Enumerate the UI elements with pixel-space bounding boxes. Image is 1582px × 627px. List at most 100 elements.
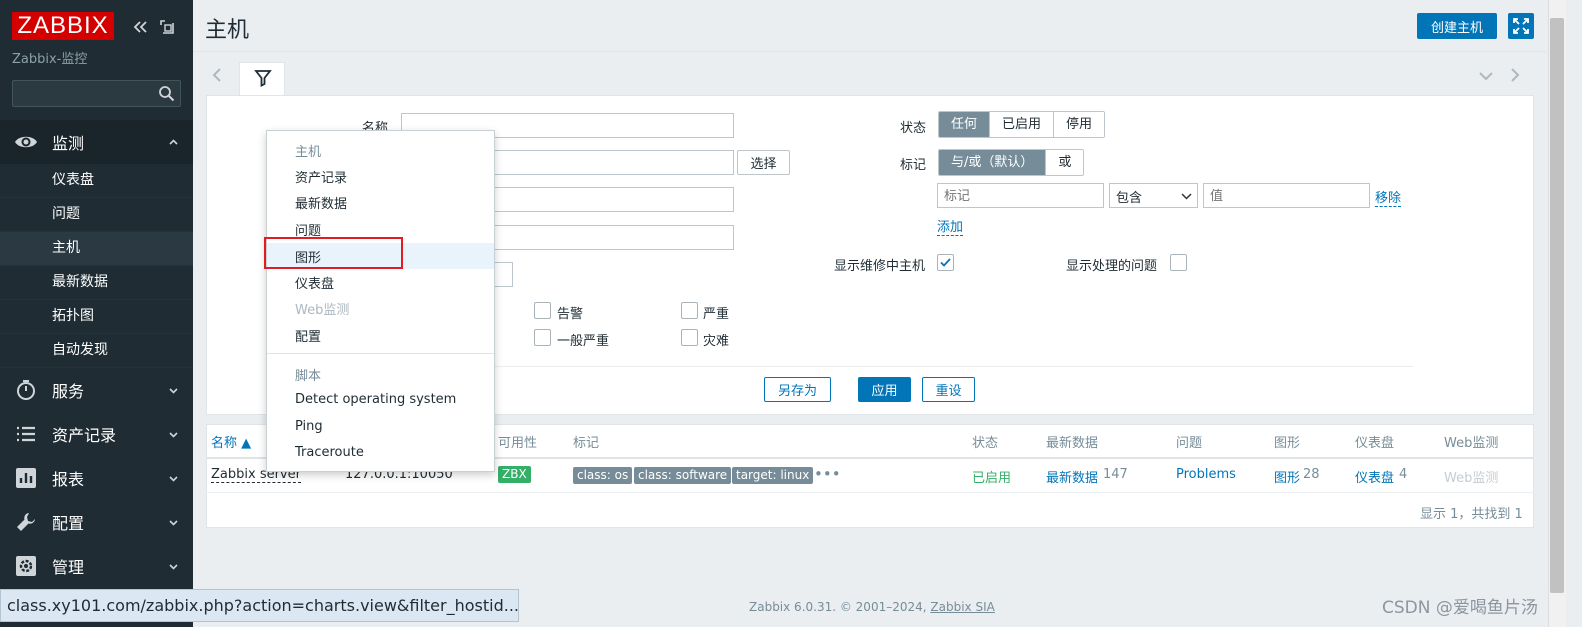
dashboards-count: 4 (1399, 467, 1408, 482)
filter-tab[interactable] (239, 62, 285, 96)
reset-button[interactable]: 重设 (922, 377, 975, 402)
sidebar-item-hosts[interactable]: 主机 (0, 232, 193, 266)
menu-item-latest-data[interactable]: 最新数据 (295, 193, 347, 212)
tag-operator-select[interactable]: 包含 (1109, 183, 1198, 208)
tags-and-or-option[interactable]: 与/或（默认） (939, 150, 1047, 175)
menu-administration-label: 管理 (52, 558, 85, 577)
wrench-icon (14, 510, 38, 534)
menu-services-label: 服务 (52, 382, 85, 401)
company-link[interactable]: Zabbix SIA (930, 600, 994, 614)
search-icon[interactable] (158, 85, 175, 102)
status-enabled-option[interactable]: 已启用 (990, 112, 1055, 137)
sidebar: ZABBIX Zabbix-监控 监测 仪表盘 问题 主机 最新数据 拓扑图 自… (0, 0, 193, 627)
page-title: 主机 (205, 18, 250, 43)
apply-button[interactable]: 应用 (858, 377, 911, 402)
column-header-name[interactable]: 名称 ▲ (211, 432, 251, 451)
severity-average-label: 一般严重 (557, 334, 610, 349)
latest-data-link[interactable]: 最新数据 (1046, 467, 1098, 486)
severity-high-checkbox[interactable] (681, 302, 698, 319)
menu-header-scripts: 脚本 (295, 369, 322, 384)
add-tag-link[interactable]: 添加 (937, 216, 964, 236)
tag-badge[interactable]: class: os (573, 467, 633, 484)
menu-item-ping[interactable]: Ping (295, 419, 323, 434)
menu-item-dashboards[interactable]: 仪表盘 (295, 273, 334, 292)
chevron-down-icon (167, 516, 180, 529)
chevron-down-icon (167, 384, 180, 397)
status-disabled-option[interactable]: 停用 (1054, 112, 1105, 137)
problems-link[interactable]: Problems (1176, 467, 1236, 482)
chevron-right-icon[interactable] (1508, 67, 1522, 83)
watermark: CSDN @爱喝鱼片汤 (1382, 598, 1538, 618)
check-icon (940, 258, 951, 267)
collapse-sidebar-icon[interactable] (131, 18, 149, 36)
save-as-button[interactable]: 另存为 (764, 377, 831, 402)
chevron-down-icon[interactable] (1478, 70, 1494, 82)
sidebar-item-latest-data[interactable]: 最新数据 (0, 266, 193, 300)
availability-zbx-badge[interactable]: ZBX (498, 466, 531, 483)
column-header-web: Web监测 (1444, 436, 1499, 451)
tag-badge[interactable]: target: linux (732, 467, 814, 484)
menu-divider (267, 353, 494, 354)
column-header-problems: 问题 (1176, 436, 1203, 451)
menu-item-web: Web监测 (295, 303, 350, 318)
column-header-availability: 可用性 (498, 436, 538, 451)
severity-warning-checkbox[interactable] (534, 302, 551, 319)
sidebar-item-problems[interactable]: 问题 (0, 198, 193, 232)
fullscreen-icon[interactable] (1508, 13, 1534, 39)
results-count: 显示 1，共找到 1 (1420, 507, 1523, 522)
annotation-highlight-box (264, 237, 403, 269)
menu-reports-label: 报表 (52, 470, 85, 489)
menu-inventory[interactable]: 资产记录 (0, 412, 193, 456)
host-status[interactable]: 已启用 (972, 467, 1011, 486)
sidebar-item-maps[interactable]: 拓扑图 (0, 300, 193, 334)
column-header-latest-data: 最新数据 (1046, 436, 1099, 451)
severity-average-checkbox[interactable] (534, 329, 551, 346)
tags-or-option[interactable]: 或 (1046, 150, 1084, 175)
remove-tag-link[interactable]: 移除 (1375, 187, 1402, 207)
chevron-down-icon (167, 472, 180, 485)
dashboards-link[interactable]: 仪表盘 (1355, 467, 1394, 486)
scrollbar-thumb[interactable] (1550, 18, 1564, 593)
menu-administration[interactable]: 管理 (0, 544, 193, 588)
filter-icon (254, 69, 272, 87)
menu-services[interactable]: 服务 (0, 368, 193, 412)
kiosk-mode-icon[interactable] (158, 18, 176, 36)
sidebar-item-dashboard[interactable]: 仪表盘 (0, 164, 193, 198)
menu-item-traceroute[interactable]: Traceroute (295, 445, 364, 460)
copyright-text: Zabbix 6.0.31. © 2001–2024, (749, 600, 927, 614)
zabbix-logo[interactable]: ZABBIX (12, 12, 114, 40)
create-host-button[interactable]: 创建主机 (1417, 13, 1497, 39)
sidebar-search-input[interactable] (12, 80, 181, 107)
menu-item-inventory[interactable]: 资产记录 (295, 167, 347, 186)
monitoring-submenu: 仪表盘 问题 主机 最新数据 拓扑图 自动发现 (0, 164, 193, 368)
status-label: 状态 (900, 121, 927, 136)
browser-status-url: class.xy101.com/zabbix.php?action=charts… (0, 589, 519, 622)
chevron-down-icon (167, 560, 180, 573)
graphs-link[interactable]: 图形 (1274, 467, 1300, 486)
more-tags-icon[interactable]: ••• (814, 465, 841, 483)
chevron-left-icon[interactable] (210, 67, 224, 83)
suppressed-checkbox[interactable] (1170, 254, 1187, 271)
tag-badge[interactable]: class: software (634, 467, 732, 484)
tags-label: 标记 (900, 158, 927, 173)
menu-configuration[interactable]: 配置 (0, 500, 193, 544)
footer-copyright: Zabbix 6.0.31. © 2001–2024, Zabbix SIA (749, 600, 995, 614)
status-any-option[interactable]: 任何 (939, 112, 991, 137)
menu-monitoring[interactable]: 监测 (0, 120, 193, 164)
tag-value-input[interactable] (1203, 183, 1370, 208)
chevron-up-icon (167, 136, 180, 149)
clock-icon (14, 378, 38, 402)
select-button[interactable]: 选择 (737, 150, 790, 175)
tag-name-input[interactable] (937, 183, 1104, 208)
severity-disaster-checkbox[interactable] (681, 329, 698, 346)
menu-header-host: 主机 (295, 145, 322, 160)
severity-high-label: 严重 (703, 307, 730, 322)
menu-item-detect-os[interactable]: Detect operating system (295, 392, 456, 407)
column-header-status[interactable]: 状态 (972, 432, 998, 451)
menu-item-configuration[interactable]: 配置 (295, 326, 321, 345)
menu-reports[interactable]: 报表 (0, 456, 193, 500)
maintenance-checkbox[interactable] (937, 254, 954, 271)
web-monitoring-disabled: Web监测 (1444, 471, 1499, 486)
chevron-down-icon (167, 428, 180, 441)
sidebar-item-discovery[interactable]: 自动发现 (0, 334, 193, 368)
